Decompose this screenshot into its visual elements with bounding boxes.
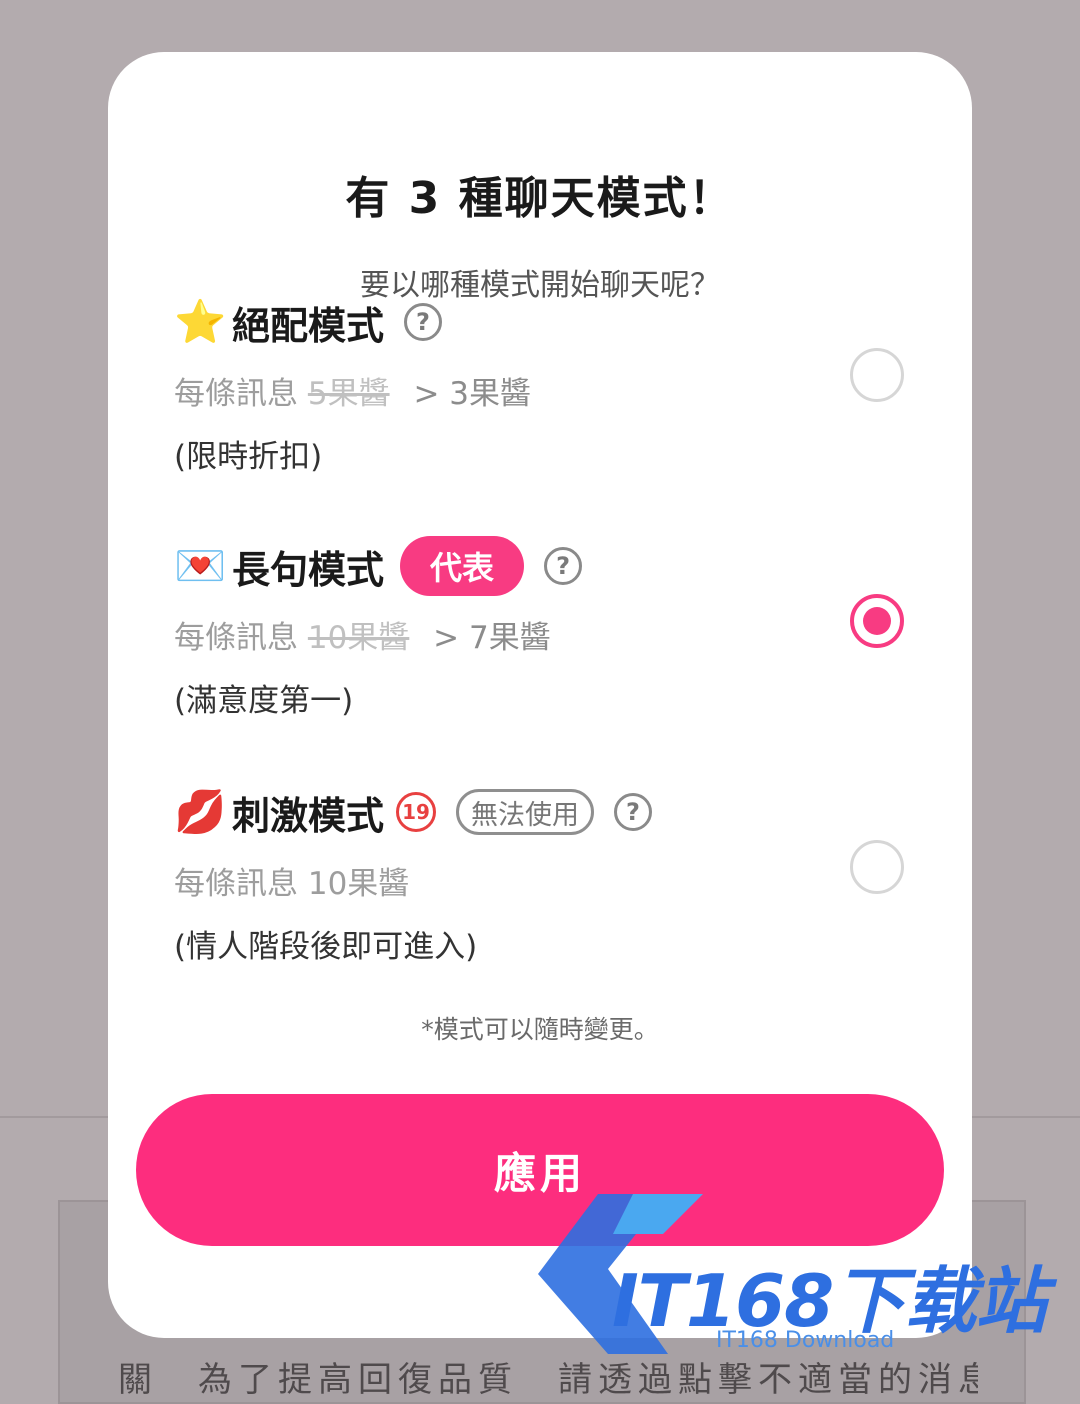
help-icon[interactable]: ? [404, 303, 443, 341]
mode-option-perfect-match[interactable]: ⭐ 絕配模式 ? 每條訊息 5果醬 > 3果醬 (限時折扣) [174, 292, 914, 476]
new-price: > 3果醬 [413, 376, 532, 412]
representative-badge: 代表 [400, 536, 525, 596]
old-price: 10果醬 [307, 620, 410, 656]
mode-note: (情人階段後即可進入) [174, 929, 478, 965]
help-icon[interactable]: ? [544, 547, 583, 585]
mode-note: (滿意度第一) [174, 683, 354, 719]
love-letter-icon: 💌 [174, 541, 227, 590]
kiss-mark-icon: 💋 [174, 787, 227, 836]
mode-price: 每條訊息 10果醬 > 7果醬 [174, 612, 914, 657]
unavailable-badge: 無法使用 [456, 789, 595, 835]
age-19-icon: 19 [396, 792, 437, 832]
price-prefix: 每條訊息 [174, 620, 298, 656]
radio-stimulating[interactable] [850, 840, 904, 894]
mode-name: 刺激模式 [232, 793, 385, 838]
chat-mode-modal: 有 3 種聊天模式！ 要以哪種模式開始聊天呢？ ⭐ 絕配模式 ? 每條訊息 5果… [108, 52, 972, 1338]
mode-option-long-sentence[interactable]: 💌 長句模式 代表 ? 每條訊息 10果醬 > 7果醬 (滿意度第一) [174, 536, 914, 720]
background-text: 關 為了提高回復品質 請透過點擊不適當的消息 [118, 1360, 978, 1400]
radio-perfect-match[interactable] [850, 348, 904, 402]
mode-note: (限時折扣) [174, 439, 323, 475]
mode-price: 每條訊息 10果醬 [174, 866, 410, 902]
mode-option-stimulating[interactable]: 💋 刺激模式 19 無法使用 ? 每條訊息 10果醬 (情人階段後即可進入) [174, 782, 914, 966]
new-price: > 7果醬 [433, 620, 551, 656]
radio-long-sentence[interactable] [850, 594, 904, 648]
footnote: *模式可以隨時變更。 [421, 1015, 659, 1044]
mode-price: 每條訊息 5果醬 > 3果醬 [174, 368, 914, 413]
mode-name: 絕配模式 [232, 303, 385, 348]
help-icon[interactable]: ? [614, 793, 653, 831]
mode-name: 長句模式 [232, 547, 385, 592]
modal-title: 有 3 種聊天模式！ [345, 173, 735, 224]
watermark-subtext: IT168 Download [716, 1328, 895, 1353]
star-icon: ⭐ [174, 297, 227, 346]
old-price: 5果醬 [307, 376, 390, 412]
price-prefix: 每條訊息 [174, 376, 298, 412]
